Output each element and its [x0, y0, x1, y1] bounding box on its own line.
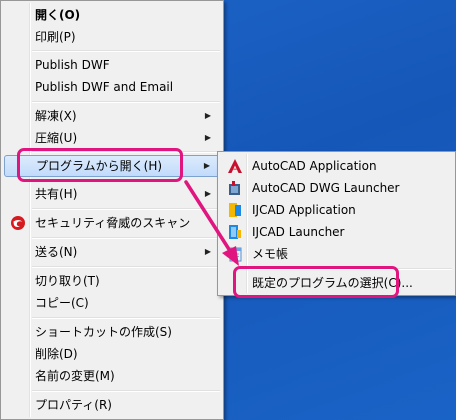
- menu-item-open[interactable]: 開く(O): [4, 4, 220, 26]
- menu-item-label: ショートカットの作成(S): [35, 325, 172, 339]
- menu-item-label: セキュリティ脅威のスキャン: [35, 216, 191, 230]
- menu-item-label: コピー(C): [35, 296, 89, 310]
- submenu-item-label: AutoCAD DWG Launcher: [252, 181, 400, 195]
- menu-item-delete[interactable]: 削除(D): [4, 343, 220, 365]
- submenu-item-ijcad-application[interactable]: IJCAD Application: [221, 199, 452, 221]
- menu-item-cut[interactable]: 切り取り(T): [4, 270, 220, 292]
- menu-item-label: 印刷(P): [35, 30, 76, 44]
- menu-item-create-shortcut[interactable]: ショートカットの作成(S): [4, 321, 220, 343]
- submenu-item-label: IJCAD Application: [252, 203, 356, 217]
- menu-item-label: 切り取り(T): [35, 274, 100, 288]
- menu-item-label: 解凍(X): [35, 109, 77, 123]
- menu-item-extract[interactable]: 解凍(X) ▶: [4, 105, 220, 127]
- menu-separator: [32, 317, 220, 319]
- submenu-item-label: メモ帳: [252, 247, 289, 261]
- menu-item-label: 共有(H): [35, 187, 78, 201]
- menu-separator: [32, 151, 220, 153]
- submenu-item-label: IJCAD Launcher: [252, 225, 345, 239]
- menu-item-print[interactable]: 印刷(P): [4, 26, 220, 48]
- security-scan-icon: [10, 215, 26, 231]
- menu-item-share[interactable]: 共有(H) ▶: [4, 183, 220, 205]
- notepad-icon: [227, 246, 243, 262]
- submenu-item-autocad-application[interactable]: AutoCAD Application: [221, 155, 452, 177]
- open-with-submenu: AutoCAD Application AutoCAD DWG Launcher…: [217, 151, 456, 296]
- menu-item-publish-dwf-email[interactable]: Publish DWF and Email: [4, 76, 220, 98]
- submenu-item-notepad[interactable]: メモ帳: [221, 243, 452, 265]
- submenu-item-ijcad-launcher[interactable]: IJCAD Launcher: [221, 221, 452, 243]
- menu-item-label: 送る(N): [35, 245, 78, 259]
- menu-item-copy[interactable]: コピー(C): [4, 292, 220, 314]
- menu-separator: [32, 101, 220, 103]
- menu-separator: [32, 208, 220, 210]
- submenu-arrow-icon: ▶: [204, 111, 211, 120]
- menu-separator: [32, 237, 220, 239]
- submenu-arrow-icon: ▶: [204, 189, 211, 198]
- menu-item-send-to[interactable]: 送る(N) ▶: [4, 241, 220, 263]
- menu-item-label: Publish DWF and Email: [35, 80, 174, 94]
- context-menu: 開く(O) 印刷(P) Publish DWF Publish DWF and …: [0, 0, 224, 420]
- menu-separator: [32, 50, 220, 52]
- menu-item-label: プロパティ(R): [35, 398, 112, 412]
- dwg-launcher-icon: [227, 180, 243, 196]
- submenu-arrow-icon: ▶: [204, 133, 211, 142]
- ijcad-launcher-icon: [227, 224, 243, 240]
- menu-item-rename[interactable]: 名前の変更(M): [4, 365, 220, 387]
- menu-separator: [249, 268, 452, 270]
- menu-item-security-scan[interactable]: セキュリティ脅威のスキャン: [4, 212, 220, 234]
- menu-item-compress[interactable]: 圧縮(U) ▶: [4, 127, 220, 149]
- menu-separator: [32, 390, 220, 392]
- submenu-item-autocad-dwg-launcher[interactable]: AutoCAD DWG Launcher: [221, 177, 452, 199]
- menu-item-label: 開く(O): [35, 8, 81, 22]
- menu-item-label: Publish DWF: [35, 58, 110, 72]
- menu-item-properties[interactable]: プロパティ(R): [4, 394, 220, 416]
- autocad-icon: [227, 158, 243, 174]
- menu-item-label: 圧縮(U): [35, 131, 78, 145]
- submenu-item-label: 既定のプログラムの選択(C)...: [252, 276, 413, 290]
- submenu-arrow-icon: ▶: [203, 161, 210, 170]
- menu-item-publish-dwf[interactable]: Publish DWF: [4, 54, 220, 76]
- menu-item-label: 削除(D): [35, 347, 78, 361]
- submenu-item-choose-default-program[interactable]: 既定のプログラムの選択(C)...: [221, 272, 452, 294]
- submenu-item-label: AutoCAD Application: [252, 159, 377, 173]
- menu-item-open-with[interactable]: プログラムから開く(H) ▶: [4, 155, 220, 177]
- menu-item-label: プログラムから開く(H): [36, 159, 163, 173]
- menu-item-label: 名前の変更(M): [35, 369, 115, 383]
- ijcad-icon: [227, 202, 243, 218]
- submenu-arrow-icon: ▶: [204, 247, 211, 256]
- menu-separator: [32, 266, 220, 268]
